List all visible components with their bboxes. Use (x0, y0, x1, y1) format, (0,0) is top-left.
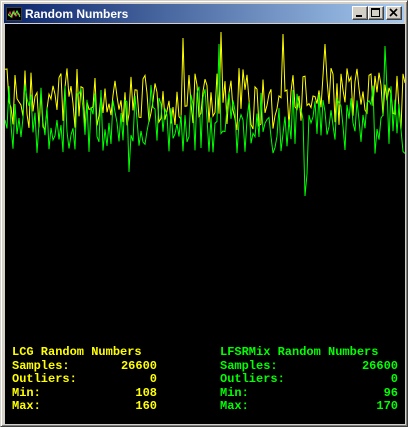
lcg-stats-panel: LCG Random Numbers Samples: 26600 Outlie… (12, 345, 157, 414)
lfsr-min-row: Min: 96 (220, 385, 398, 401)
stat-value: 26600 (361, 358, 398, 373)
stat-value: 160 (135, 399, 157, 414)
stat-value: 96 (383, 385, 398, 400)
lfsr-heading: LFSRMix Random Numbers (220, 345, 379, 359)
stat-value: 108 (135, 385, 157, 400)
stat-value: 170 (376, 399, 398, 414)
close-icon (389, 8, 398, 17)
lfsr-samples-row: Samples: 26600 (220, 358, 398, 374)
client-area: LCG Random Numbers Samples: 26600 Outlie… (5, 24, 405, 424)
window-title: Random Numbers (25, 6, 129, 21)
maximize-icon (371, 8, 380, 17)
app-window: Random Numbers LCG Random Numbers Sample… (0, 0, 408, 427)
title-bar[interactable]: Random Numbers (4, 4, 404, 23)
minimize-icon (356, 15, 362, 17)
close-button[interactable] (386, 6, 402, 20)
app-icon[interactable] (6, 6, 22, 21)
lcg-samples-row: Samples: 26600 (12, 358, 157, 374)
lcg-heading: LCG Random Numbers (12, 345, 142, 359)
stat-label: Samples: (220, 358, 278, 373)
stat-label: Samples: (12, 358, 70, 373)
lcg-min-row: Min: 108 (12, 385, 157, 401)
lcg-series-line (5, 31, 405, 131)
lcg-max-row: Max: 160 (12, 400, 157, 414)
stat-value: 26600 (120, 358, 157, 373)
lfsr-outliers-row: Outliers: 0 (220, 373, 398, 387)
lfsr-stats-panel: LFSRMix Random Numbers Samples: 26600 Ou… (220, 345, 398, 414)
stat-value: 0 (149, 372, 157, 387)
stat-label: Min: (12, 385, 41, 400)
stat-label: Outliers: (12, 372, 77, 387)
stat-label: Max: (220, 399, 249, 414)
maximize-button[interactable] (368, 6, 384, 20)
stat-label: Min: (220, 385, 249, 400)
stat-label: Outliers: (220, 372, 285, 387)
stat-value: 0 (390, 372, 398, 387)
noise-plot (5, 31, 405, 197)
lcg-outliers-row: Outliers: 0 (12, 373, 157, 387)
lfsr-max-row: Max: 170 (220, 400, 398, 414)
lfsr-series-line (5, 43, 405, 197)
minimize-button[interactable] (352, 6, 368, 20)
stat-label: Max: (12, 399, 41, 414)
